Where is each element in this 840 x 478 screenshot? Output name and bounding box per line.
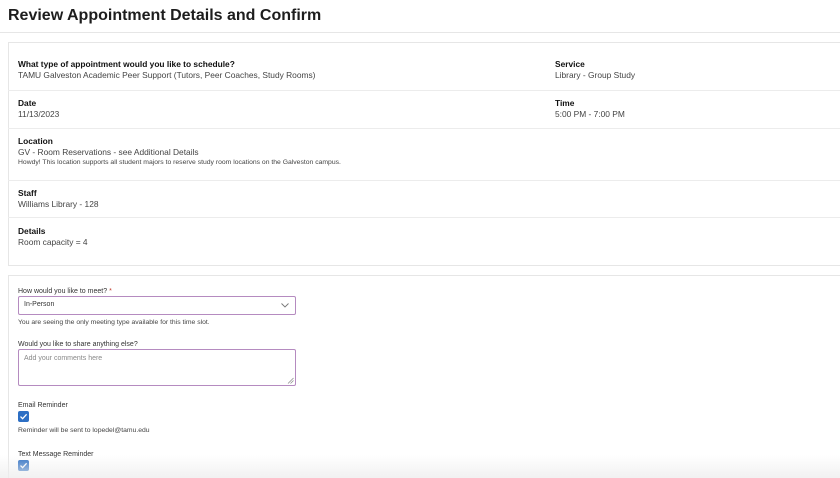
details-value: Room capacity = 4: [18, 237, 88, 247]
location-value: GV - Room Reservations - see Additional …: [18, 147, 199, 157]
service-field: Service Library - Group Study: [555, 59, 635, 81]
date-value: 11/13/2023: [18, 109, 60, 119]
details-field: Details Room capacity = 4: [18, 226, 88, 248]
comments-input[interactable]: [18, 349, 296, 386]
location-label: Location: [18, 136, 53, 146]
meeting-type-select[interactable]: In-Person: [18, 296, 296, 315]
email-reminder-checkbox[interactable]: [18, 411, 29, 422]
time-field: Time 5:00 PM - 7:00 PM: [555, 98, 625, 120]
resize-grip-icon[interactable]: [287, 377, 294, 384]
email-reminder-help: Reminder will be sent to lopedel@tamu.ed…: [18, 427, 150, 434]
row-divider: [8, 180, 840, 181]
row-divider: [8, 217, 840, 218]
comments-label: Would you like to share anything else?: [18, 341, 138, 348]
email-reminder-label: Email Reminder: [18, 402, 68, 409]
location-field: Location GV - Room Reservations - see Ad…: [18, 136, 341, 168]
service-value: Library - Group Study: [555, 70, 636, 80]
row-divider: [8, 90, 840, 91]
appointment-type-label: What type of appointment would you like …: [18, 59, 235, 69]
service-label: Service: [555, 59, 585, 69]
meeting-type-label-text: How would you like to meet?: [18, 288, 108, 295]
meeting-type-label: How would you like to meet? *: [18, 287, 112, 296]
location-note: Howdy! This location supports all studen…: [18, 159, 341, 166]
date-field: Date 11/13/2023: [18, 98, 59, 120]
staff-field: Staff Williams Library - 128: [18, 188, 99, 210]
required-mark: *: [109, 288, 112, 295]
staff-value: Williams Library - 128: [18, 199, 99, 209]
checkmark-icon: [20, 462, 28, 469]
time-value: 5:00 PM - 7:00 PM: [555, 109, 625, 119]
page-title: Review Appointment Details and Confirm: [8, 7, 322, 24]
time-label: Time: [555, 98, 575, 108]
appointment-type-value: TAMU Galveston Academic Peer Support (Tu…: [18, 70, 316, 80]
meeting-type-help: You are seeing the only meeting type ava…: [18, 319, 210, 326]
details-label: Details: [18, 226, 46, 236]
date-label: Date: [18, 98, 37, 108]
staff-label: Staff: [18, 188, 37, 198]
checkmark-icon: [20, 413, 28, 420]
appointment-type-field: What type of appointment would you like …: [18, 59, 315, 81]
text-reminder-label: Text Message Reminder: [18, 451, 94, 458]
title-divider: [0, 32, 840, 33]
text-reminder-checkbox[interactable]: [18, 460, 29, 471]
row-divider: [8, 128, 840, 129]
chevron-down-icon: [281, 303, 289, 308]
meeting-type-selected-value: In-Person: [24, 301, 55, 308]
